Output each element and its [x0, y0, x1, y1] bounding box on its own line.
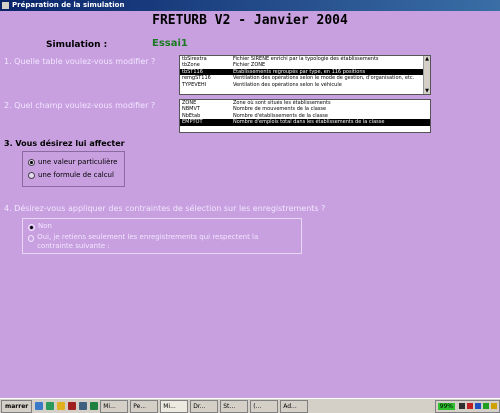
- tray-icon[interactable]: [459, 403, 465, 409]
- option-with-constraint[interactable]: Oui, je retiens seulement les enregistre…: [28, 233, 278, 251]
- radio-icon[interactable]: [28, 224, 35, 231]
- desktop-icon[interactable]: [35, 402, 44, 410]
- simulation-window: Préparation de la simulation FRETURB V2 …: [0, 0, 500, 398]
- field-listbox[interactable]: ZONE Zone où sont situés les établissemen…: [179, 99, 431, 133]
- table-row-name: TYPEVEHI: [182, 81, 207, 88]
- folder-icon[interactable]: [57, 402, 66, 410]
- taskbar-task[interactable]: Mi...: [100, 399, 129, 413]
- table-listbox[interactable]: tbSirextra Fichier SIRENE enrichi par la …: [179, 55, 431, 95]
- page-title: FRETURB V2 - Janvier 2004: [152, 13, 348, 28]
- question-1-label: 1. Quelle table voulez-vous modifier ?: [4, 57, 156, 66]
- tray-icon[interactable]: [475, 403, 481, 409]
- taskbar-task[interactable]: St...: [220, 399, 249, 413]
- option-label: Oui, je retiens seulement les enregistre…: [37, 233, 259, 250]
- tray-icon[interactable]: [483, 403, 489, 409]
- question-4-label: 4. Désirez-vous appliquer des contrainte…: [4, 204, 326, 213]
- taskbar-task[interactable]: Pe...: [130, 399, 159, 413]
- browser-icon[interactable]: [46, 402, 55, 410]
- access-icon[interactable]: [68, 402, 77, 410]
- task-list: Mi... Pe... Mi... Dr... St... (... Ad...: [98, 399, 309, 413]
- tray-icon[interactable]: [491, 403, 497, 409]
- field-row-description: Nombre d'emplois total dans les établiss…: [233, 119, 385, 126]
- table-row-description: Ventilation des opérations selon le véhi…: [233, 81, 342, 88]
- window-title: Préparation de la simulation: [12, 1, 125, 9]
- question-3-label: 3. Vous désirez lui affecter: [4, 139, 125, 148]
- word-icon[interactable]: [79, 402, 88, 410]
- taskbar-task[interactable]: Mi...: [160, 399, 189, 413]
- start-button[interactable]: marrer: [1, 399, 33, 413]
- window-icon: [2, 2, 9, 9]
- radio-icon[interactable]: [28, 171, 35, 179]
- battery-indicator: 99%: [437, 402, 455, 410]
- radio-icon[interactable]: [28, 158, 35, 166]
- taskbar-task[interactable]: (...: [250, 399, 279, 413]
- title-bar: Préparation de la simulation: [0, 0, 500, 11]
- scroll-up-icon[interactable]: ▲: [424, 56, 430, 62]
- option-no-constraint[interactable]: Non: [28, 222, 52, 231]
- excel-icon[interactable]: [90, 402, 99, 410]
- option-label: une formule de calcul: [38, 171, 114, 179]
- constraint-option-group: Non Oui, je retiens seulement les enregi…: [22, 218, 302, 254]
- field-row-name: EMPTOT: [182, 119, 203, 126]
- option-label: une valeur particulière: [38, 158, 118, 166]
- field-row[interactable]: EMPTOT Nombre d'emplois total dans les ét…: [180, 119, 430, 126]
- taskbar-task[interactable]: Dr...: [190, 399, 219, 413]
- assign-option-group: une valeur particulière une formule de c…: [22, 151, 125, 187]
- scroll-down-icon[interactable]: ▼: [424, 88, 430, 94]
- question-2-label: 2. Quel champ voulez-vous modifier ?: [4, 101, 156, 110]
- option-label: Non: [38, 222, 52, 230]
- taskbar-task[interactable]: Ad...: [280, 399, 309, 413]
- option-formula[interactable]: une formule de calcul: [28, 171, 114, 179]
- table-listbox-scrollbar[interactable]: ▲ ▼: [423, 56, 430, 94]
- radio-icon[interactable]: [28, 235, 35, 242]
- simulation-name: Essai1: [152, 38, 188, 49]
- table-row[interactable]: TYPEVEHI Ventilation des opérations selon…: [180, 82, 430, 88]
- taskbar: marrer Mi... Pe... Mi... Dr... St... (... Ad..…: [0, 398, 500, 413]
- tray-icon[interactable]: [467, 403, 473, 409]
- system-tray: 99%: [434, 399, 500, 413]
- option-particular-value[interactable]: une valeur particulière: [28, 158, 117, 166]
- simulation-label: Simulation :: [46, 40, 108, 50]
